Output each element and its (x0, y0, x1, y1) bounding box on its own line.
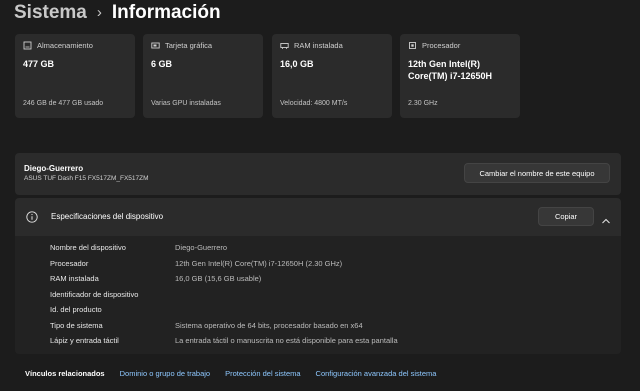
page-title: Información (111, 2, 221, 23)
ram-card[interactable]: RAM instalada 16,0 GB Velocidad: 4800 MT… (272, 34, 392, 118)
card-title: Almacenamiento (37, 41, 93, 50)
link-domain-workgroup[interactable]: Dominio o grupo de trabajo (120, 369, 210, 378)
device-specs-body: Nombre del dispositivo Diego-Guerrero Pr… (15, 236, 621, 354)
spec-label: Lápiz y entrada táctil (50, 336, 119, 345)
storage-card[interactable]: Almacenamiento 477 GB 246 GB de 477 GB u… (15, 34, 135, 118)
chevron-up-icon[interactable] (601, 212, 611, 224)
gpu-card[interactable]: Tarjeta gráfica 6 GB Varias GPU instalad… (143, 34, 263, 118)
spec-value: 12th Gen Intel(R) Core(TM) i7-12650H (2.… (175, 259, 343, 268)
specs-title: Especificaciones del dispositivo (51, 212, 164, 221)
card-title: Tarjeta gráfica (165, 41, 213, 50)
info-icon (26, 210, 38, 223)
copy-button[interactable]: Copiar (538, 207, 594, 226)
spec-row: Nombre del dispositivo Diego-Guerrero (50, 243, 227, 255)
spec-label: Tipo de sistema (50, 321, 103, 330)
spec-row: Procesador 12th Gen Intel(R) Core(TM) i7… (50, 259, 342, 271)
card-title: RAM instalada (294, 41, 343, 50)
spec-row: Id. del producto (50, 305, 175, 317)
related-links: Vínculos relacionados Dominio o grupo de… (25, 367, 451, 379)
spec-value: La entrada táctil o manuscrita no está d… (175, 336, 398, 345)
spec-label: Identificador de dispositivo (50, 290, 139, 299)
device-specs-header[interactable]: Especificaciones del dispositivo Copiar (15, 198, 621, 236)
spec-value: 16,0 GB (15,6 GB usable) (175, 274, 262, 283)
spec-label: Id. del producto (50, 305, 102, 314)
device-name: Diego-Guerrero (24, 164, 84, 173)
rename-pc-button[interactable]: Cambiar el nombre de este equipo (464, 163, 610, 183)
spec-label: Nombre del dispositivo (50, 243, 126, 252)
spec-row: RAM instalada 16,0 GB (15,6 GB usable) (50, 274, 261, 286)
card-value: 477 GB (23, 59, 55, 69)
cpu-card[interactable]: Procesador 12th Gen Intel(R) Core(TM) i7… (400, 34, 520, 118)
breadcrumb-sistema[interactable]: Sistema (14, 1, 87, 25)
link-system-protection[interactable]: Protección del sistema (225, 369, 300, 378)
spec-value: Diego-Guerrero (175, 243, 228, 252)
card-subtext: 246 GB de 477 GB usado (23, 100, 104, 107)
spec-value: Sistema operativo de 64 bits, procesador… (175, 321, 363, 330)
ram-icon (280, 41, 289, 50)
device-name-row: Diego-Guerrero ASUS TUF Dash F15 FX517ZM… (15, 153, 621, 195)
link-advanced-system-settings[interactable]: Configuración avanzada del sistema (316, 369, 437, 378)
storage-icon (23, 41, 32, 50)
spec-row: Lápiz y entrada táctil La entrada táctil… (50, 336, 398, 348)
card-value: 6 GB (151, 59, 173, 69)
card-subtext: Velocidad: 4800 MT/s (280, 100, 348, 107)
card-value: 16,0 GB (280, 59, 314, 69)
spec-row: Tipo de sistema Sistema operativo de 64 … (50, 321, 363, 333)
cpu-icon (408, 41, 417, 50)
card-subtext: Varias GPU instaladas (151, 100, 221, 107)
spec-row: Identificador de dispositivo (50, 290, 175, 302)
spec-label: Procesador (50, 259, 89, 268)
breadcrumb: Sistema › Información (14, 1, 221, 25)
gpu-icon (151, 41, 160, 50)
card-subtext: 2.30 GHz (408, 100, 438, 107)
card-title: Procesador (422, 41, 461, 50)
breadcrumb-separator: › (96, 4, 102, 21)
card-value: 12th Gen Intel(R) Core(TM) i7-12650H (408, 59, 493, 81)
related-links-label: Vínculos relacionados (25, 368, 105, 378)
spec-label: RAM instalada (50, 274, 99, 283)
device-model: ASUS TUF Dash F15 FX517ZM_FX517ZM (24, 175, 149, 182)
settings-about-page: Sistema › Información Almacenamiento 477… (0, 0, 640, 391)
